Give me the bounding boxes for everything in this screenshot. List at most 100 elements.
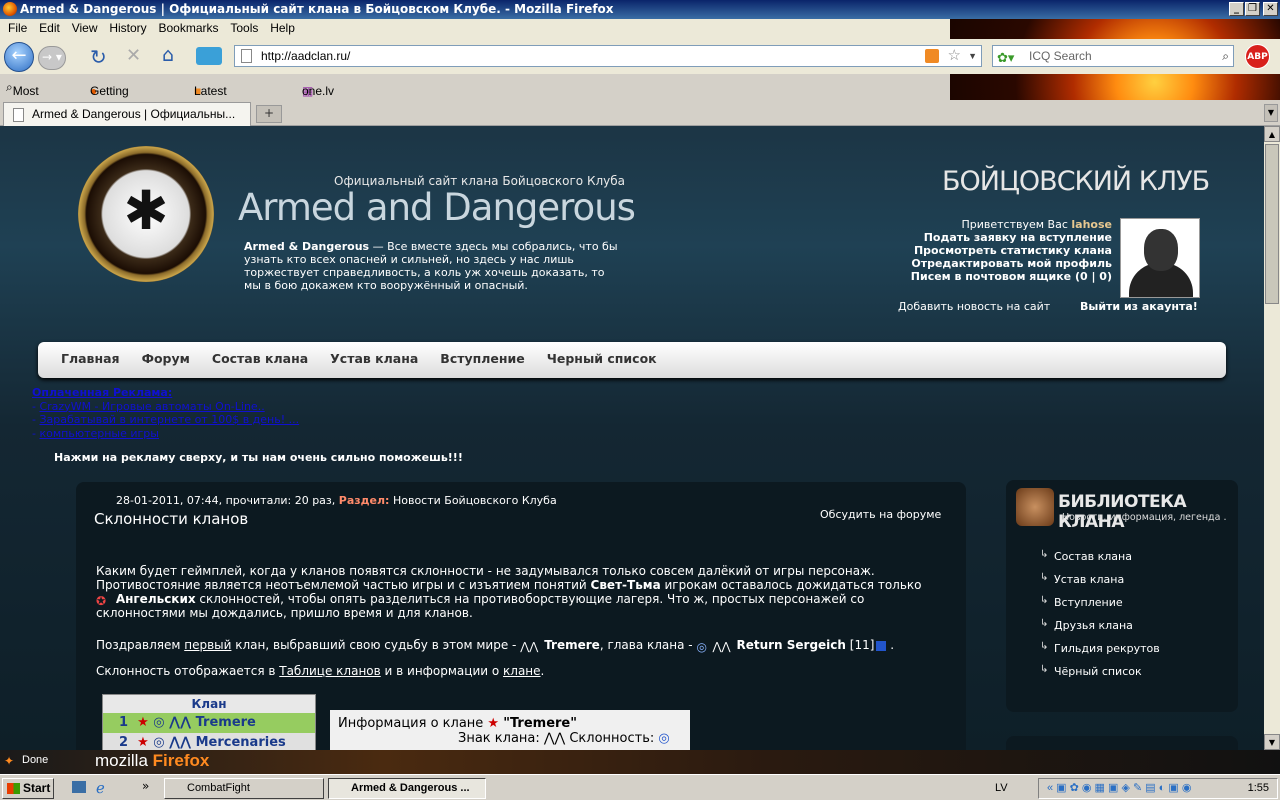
info-icon[interactable]: [876, 640, 887, 651]
menu-tools[interactable]: Tools: [226, 19, 262, 37]
scroll-thumb[interactable]: [1265, 144, 1279, 304]
restore-button[interactable]: ❐: [1245, 2, 1260, 16]
vertical-scrollbar[interactable]: ▲ ▼: [1264, 126, 1280, 750]
menu-file[interactable]: File: [4, 19, 31, 37]
spider-emblem-icon: ✱: [123, 179, 169, 242]
username[interactable]: lahose: [1071, 218, 1112, 231]
web-page: ✱ Официальный сайт клана Бойцовского Клу…: [0, 126, 1264, 750]
ads-block: Оплаченная Реклама: - CrazyWM - Игровые …: [32, 386, 300, 440]
bookmarks-toolbar: ⌕ Most Visited ● Getting Started ■ Lates…: [6, 80, 335, 112]
new-tab-button[interactable]: +: [256, 105, 282, 123]
tab-active[interactable]: Armed & Dangerous | Официальны...: [3, 102, 251, 126]
language-indicator[interactable]: LV: [995, 779, 1008, 798]
clan-head-name[interactable]: Return Sergeich: [736, 638, 846, 652]
add-news-link[interactable]: Добавить новость на сайт: [898, 300, 1050, 313]
table-row[interactable]: 1 ★ ◎ ⋀⋀ Tremere: [103, 713, 315, 733]
bookmark-star-icon[interactable]: ☆: [948, 46, 961, 66]
ad-link-2[interactable]: Зарабатывай в интернете от 100$ в день! …: [39, 413, 299, 426]
article-title[interactable]: Склонности кланов: [94, 510, 248, 528]
nav-home[interactable]: Главная: [50, 342, 131, 376]
menu-edit[interactable]: Edit: [35, 19, 64, 37]
ad-callout: Нажми на рекламу сверху, и ты нам очень …: [54, 451, 463, 464]
nav-forum[interactable]: Форум: [131, 342, 201, 376]
close-button[interactable]: ✕: [1263, 2, 1278, 16]
ad-link-1[interactable]: CrazyWM - Игровые автоматы On-Line..: [39, 400, 264, 413]
first-link[interactable]: первый: [184, 638, 231, 652]
discuss-forum-link[interactable]: Обсудить на форуме: [820, 508, 941, 521]
article-paragraph-1: Каким будет геймплей, когда у кланов поя…: [96, 564, 922, 620]
nav-members[interactable]: Состав клана: [201, 342, 319, 376]
url-input[interactable]: http://aadclan.ru/ ☆ ▼: [234, 45, 982, 67]
show-desktop-icon[interactable]: [72, 781, 86, 793]
search-placeholder: ICQ Search: [1029, 49, 1092, 63]
mailbox-link[interactable]: Писем в почтовом ящике (0 | 0): [860, 270, 1112, 283]
icq-icon[interactable]: [196, 47, 222, 65]
clan-link[interactable]: клане: [503, 664, 541, 678]
scroll-up-icon[interactable]: ▲: [1264, 126, 1280, 142]
clan-library-panel: БИБЛИОТЕКА КЛАНА Новости, информация, ле…: [1006, 480, 1238, 712]
club-heading: БОЙЦОВСКИЙ КЛУБ: [942, 166, 1210, 197]
library-item-recruits[interactable]: Гильдия рекрутов: [1040, 641, 1160, 665]
second-side-panel: [1006, 736, 1238, 750]
minimize-button[interactable]: _: [1229, 2, 1244, 16]
library-item-join[interactable]: Вступление: [1040, 595, 1160, 619]
avatar-head: [1144, 229, 1178, 271]
quicklaunch-more-icon[interactable]: »: [142, 779, 149, 793]
logout-link[interactable]: Выйти из акаунта!: [1080, 300, 1198, 313]
stats-link[interactable]: Просмотреть статистику клана: [860, 244, 1112, 257]
url-text: http://aadclan.ru/: [261, 49, 351, 63]
url-dropdown-icon[interactable]: ▼: [968, 46, 977, 66]
menu-bookmarks[interactable]: Bookmarks: [154, 19, 222, 37]
alignment-icon: ◎: [658, 731, 670, 746]
site-description: Armed & Dangerous — Все вместе здесь мы …: [244, 240, 618, 292]
stop-icon[interactable]: ✕: [126, 45, 141, 66]
menu-history[interactable]: History: [105, 19, 150, 37]
task-combatfight[interactable]: CombatFight: [164, 778, 324, 799]
clan-info-box: Информация о клане ★ "Tremere" Знак клан…: [330, 710, 690, 750]
nav-charter[interactable]: Устав клана: [319, 342, 429, 376]
tab-page-icon: [13, 108, 24, 122]
tab-label: Armed & Dangerous | Официальны...: [32, 107, 236, 121]
library-item-blacklist[interactable]: Чёрный список: [1040, 664, 1160, 688]
library-item-members[interactable]: Состав клана: [1040, 549, 1160, 573]
section-link[interactable]: Новости Бойцовского Клуба: [393, 494, 557, 507]
search-input[interactable]: ✿▾ ICQ Search ⌕: [992, 45, 1234, 67]
library-item-friends[interactable]: Друзья клана: [1040, 618, 1160, 642]
article-meta: 28-01-2011, 07:44, прочитали: 20 раз, Ра…: [116, 494, 557, 507]
home-icon[interactable]: ⌂: [162, 44, 174, 66]
tab-bar: Armed & Dangerous | Официальны... + ▼: [0, 100, 1280, 126]
clan-alignment-icon: ◎: [696, 639, 707, 654]
adblock-plus-icon[interactable]: ABP: [1245, 44, 1270, 69]
edit-profile-link[interactable]: Отредактировать мой профиль: [860, 257, 1112, 270]
reload-icon[interactable]: ↻: [90, 45, 107, 69]
back-button[interactable]: ←: [4, 42, 34, 72]
apply-link[interactable]: Подать заявку на вступление: [860, 231, 1112, 244]
tab-list-icon[interactable]: ▼: [1264, 104, 1278, 122]
library-subtitle: Новости, информация, легенда .: [1062, 512, 1227, 523]
system-tray: LV « ▣ ✿ ◉ ▦ ▣ ◈ ✎ ▤ ◐ ▣ ◉ 1:55: [995, 778, 1278, 799]
ad-link-3[interactable]: компьютерные игры: [39, 427, 159, 440]
forward-button[interactable]: → ▾: [38, 46, 66, 70]
avatar[interactable]: [1120, 218, 1200, 298]
ie-icon[interactable]: ℯ: [96, 779, 105, 797]
bookmark-most-visited[interactable]: ⌕ Most Visited: [6, 80, 49, 112]
library-item-charter[interactable]: Устав клана: [1040, 572, 1160, 596]
status-bar: ✦ Done mozilla Firefox: [0, 750, 1280, 774]
clan-logo: ✱: [78, 146, 214, 282]
ads-title[interactable]: Оплаченная Реклама:: [32, 386, 299, 400]
taskbar: Start ℯ » CombatFight Armed & Dangerous …: [0, 774, 1280, 800]
table-row[interactable]: 2 ★ ◎ ⋀⋀ Mercenaries: [103, 733, 315, 750]
search-engine-icon[interactable]: ✿▾: [997, 48, 1014, 68]
rss-icon[interactable]: [925, 49, 939, 63]
start-button[interactable]: Start: [2, 778, 54, 799]
nav-blacklist[interactable]: Черный список: [536, 342, 668, 376]
clock: 1:55: [1247, 782, 1269, 794]
scroll-down-icon[interactable]: ▼: [1264, 734, 1280, 750]
search-icon[interactable]: ⌕: [1222, 46, 1229, 66]
menu-view[interactable]: View: [68, 19, 102, 37]
status-icon: ✦: [4, 754, 15, 768]
task-firefox[interactable]: Armed & Dangerous ...: [328, 778, 486, 799]
nav-join[interactable]: Вступление: [429, 342, 535, 376]
clan-table-link[interactable]: Таблице кланов: [279, 664, 380, 678]
menu-help[interactable]: Help: [266, 19, 299, 37]
